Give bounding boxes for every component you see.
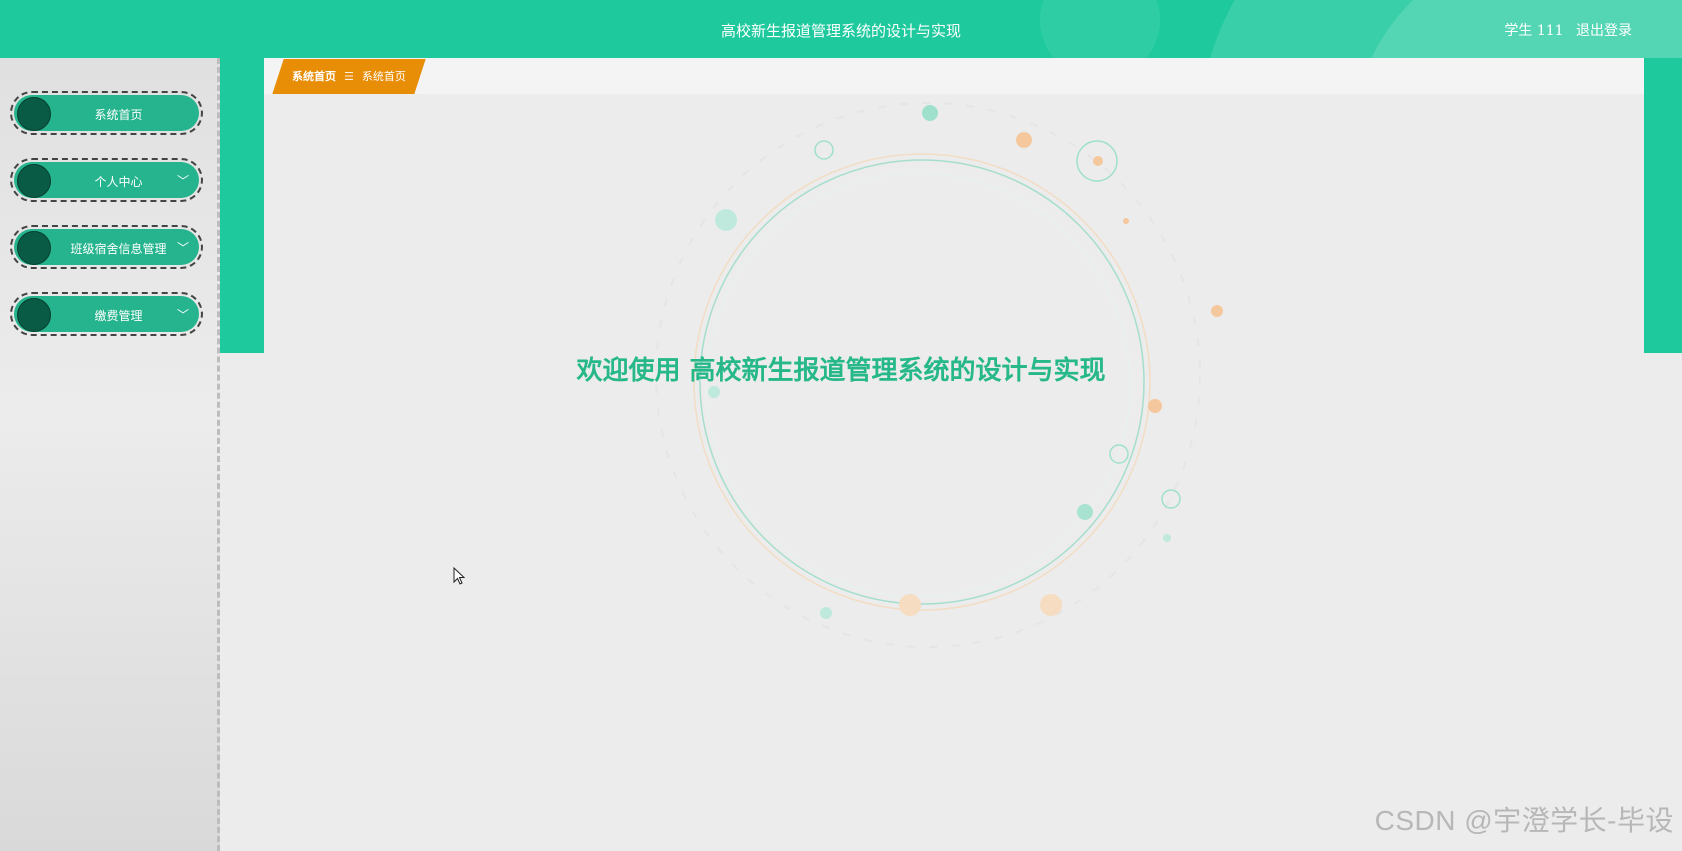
menu-circle-icon [17,164,51,198]
sidebar-item-payment[interactable]: 缴费管理 ﹀ [10,292,203,336]
top-header: 高校新生报道管理系统的设计与实现 学生 111 退出登录 [0,0,1682,58]
watermark: CSDN @宇澄学长-毕设 [1374,805,1674,836]
sidebar: 系统首页 个人中心 ﹀ 班级宿舍信息管理 ﹀ 缴费管理 ﹀ [0,58,220,851]
sidebar-item-class-dorm[interactable]: 班级宿舍信息管理 ﹀ [10,225,203,269]
mouse-cursor-icon [453,567,466,585]
menu-circle-icon [17,231,51,265]
sidebar-item-home[interactable]: 系统首页 [10,91,203,135]
app-title: 高校新生报道管理系统的设计与实现 [720,22,961,40]
sidebar-item-personal-center[interactable]: 个人中心 ﹀ [10,158,203,202]
logout-link[interactable]: 退出登录 [1576,23,1632,39]
user-area: 学生 111 退出登录 [1496,0,1632,58]
welcome-message: 欢迎使用 高校新生报道管理系统的设计与实现 [576,356,1106,386]
chevron-down-icon: ﹀ [176,308,189,322]
breadcrumb-bar: 系统首页 ☰ 系统首页 [264,58,1644,94]
breadcrumb-current: 系统首页 [361,70,406,83]
chevron-down-icon: ﹀ [176,174,189,188]
chevron-down-icon: ﹀ [176,241,189,255]
sidebar-item-label: 个人中心 [94,175,143,189]
menu-circle-icon [17,97,51,131]
breadcrumb-separator-icon: ☰ [344,70,354,83]
menu-circle-icon [17,298,51,332]
sidebar-item-label: 缴费管理 [94,309,143,323]
user-label: 学生 111 [1504,23,1564,39]
sidebar-item-label: 班级宿舍信息管理 [70,242,167,256]
main-content: 系统首页 ☰ 系统首页 [264,58,1644,851]
sidebar-item-label: 系统首页 [94,108,143,122]
breadcrumb: 系统首页 ☰ 系统首页 [272,59,426,94]
breadcrumb-home-link[interactable]: 系统首页 [292,70,336,83]
